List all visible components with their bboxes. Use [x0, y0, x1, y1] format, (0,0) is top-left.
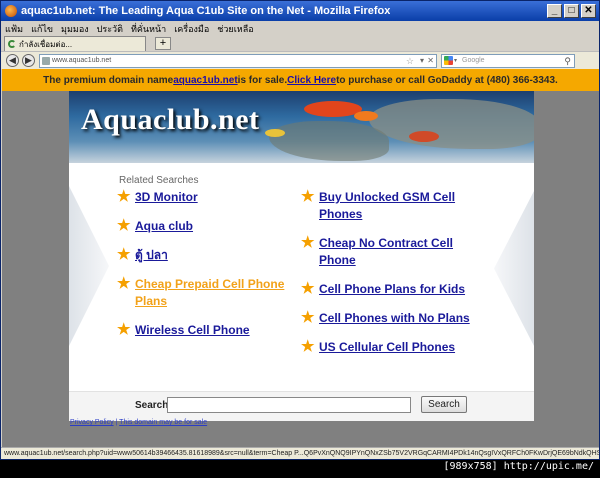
tab-label: กำลังเชื่อมต่อ...	[19, 39, 73, 49]
privacy-policy-link[interactable]: Privacy Policy	[70, 419, 114, 426]
star-icon: ★	[301, 234, 315, 251]
star-icon: ★	[301, 309, 315, 326]
related-link-item: ★ Buy Unlocked GSM Cell Phones	[301, 189, 491, 223]
related-link-item: ★ Wireless Cell Phone	[117, 322, 287, 339]
menu-tools[interactable]: เครื่องมือ	[174, 22, 209, 36]
new-tab-button[interactable]: +	[155, 37, 171, 50]
star-icon: ★	[117, 188, 131, 205]
navigation-toolbar: ◀ ▶ www.aquac1ub.net ☆ ▾ ✕ ▾ Google ⚲	[1, 51, 599, 69]
related-link-item: ★ Cheap Prepaid Cell Phone Plans	[117, 276, 287, 310]
search-label: Search	[135, 400, 169, 411]
related-link[interactable]: 3D Monitor	[135, 190, 198, 204]
maximize-button[interactable]: □	[564, 4, 579, 18]
related-link-item: ★ Cheap No Contract Cell Phone	[301, 235, 491, 269]
related-link[interactable]: US Cellular Cell Phones	[319, 340, 455, 354]
footer-links: Privacy Policy | This domain may be for …	[70, 419, 207, 426]
related-link-item: ★ US Cellular Cell Phones	[301, 339, 491, 356]
related-link[interactable]: Cheap No Contract Cell Phone	[319, 236, 453, 267]
url-text: www.aquac1ub.net	[52, 57, 112, 64]
related-links-right: ★ Buy Unlocked GSM Cell Phones ★ Cheap N…	[301, 189, 491, 356]
star-icon: ★	[301, 280, 315, 297]
menu-view[interactable]: มุมมอง	[61, 22, 89, 36]
related-searches-heading: Related Searches	[119, 175, 199, 186]
search-row: Search Search	[69, 391, 534, 421]
related-link-item: ★ 3D Monitor	[117, 189, 287, 206]
promo-bar: The premium domain name aquac1ub.net is …	[2, 69, 599, 91]
promo-text-middle: is for sale.	[237, 74, 288, 86]
menu-bar: แฟ้ม แก้ไข มุมมอง ประวัติ ที่คั่นหน้า เค…	[1, 21, 599, 36]
menu-bookmarks[interactable]: ที่คั่นหน้า	[131, 22, 166, 36]
aquarium-banner: Aquaclub.net	[69, 91, 534, 163]
engine-dropdown-icon[interactable]: ▾	[454, 55, 457, 67]
menu-history[interactable]: ประวัติ	[97, 22, 123, 36]
close-button[interactable]: ✕	[581, 4, 596, 18]
star-icon: ★	[117, 217, 131, 234]
tab-bar: กำลังเชื่อมต่อ... +	[1, 36, 599, 51]
promo-text-prefix: The premium domain name	[43, 74, 174, 86]
related-link[interactable]: Wireless Cell Phone	[135, 323, 250, 337]
related-link[interactable]: Buy Unlocked GSM Cell Phones	[319, 190, 455, 221]
related-links-left: ★ 3D Monitor ★ Aqua club ★ ตู้ ปลา ★ Che…	[117, 189, 287, 339]
back-button[interactable]: ◀	[6, 54, 19, 67]
browser-search-box[interactable]: ▾ Google ⚲	[441, 54, 575, 68]
star-icon: ★	[117, 321, 131, 338]
related-link-item: ★ ตู้ ปลา	[117, 247, 287, 264]
parked-page: Aquaclub.net Related Searches ★ 3D Monit…	[69, 91, 534, 421]
related-link[interactable]: Cell Phones with No Plans	[319, 311, 470, 325]
promo-click-here-link[interactable]: Click Here	[287, 75, 336, 86]
search-placeholder: Google	[462, 57, 485, 64]
related-link-item: ★ Aqua club	[117, 218, 287, 235]
menu-file[interactable]: แฟ้ม	[5, 22, 23, 36]
right-decor-arrow	[494, 191, 534, 346]
title-bar: aquac1ub.net: The Leading Aqua C1ub Site…	[1, 1, 599, 21]
site-identity-icon[interactable]	[42, 57, 50, 65]
loading-spinner-icon	[8, 40, 16, 48]
star-icon: ★	[117, 275, 131, 292]
menu-edit[interactable]: แก้ไข	[31, 22, 53, 36]
fish-shape	[265, 129, 285, 137]
menu-help[interactable]: ช่วยเหลือ	[217, 22, 253, 36]
browser-window: aquac1ub.net: The Leading Aqua C1ub Site…	[0, 0, 600, 460]
site-logo[interactable]: Aquaclub.net	[81, 103, 260, 137]
related-link-visited[interactable]: Cheap Prepaid Cell Phone Plans	[135, 277, 284, 308]
domain-for-sale-link[interactable]: This domain may be for sale	[119, 419, 207, 426]
related-link-item: ★ Cell Phone Plans for Kids	[301, 281, 491, 298]
image-watermark: [989x758] http://upic.me/	[443, 461, 594, 472]
tab-current[interactable]: กำลังเชื่อมต่อ...	[4, 36, 146, 51]
window-title: aquac1ub.net: The Leading Aqua C1ub Site…	[21, 5, 391, 17]
status-bar: www.aquac1ub.net/search.php?uid=www50614…	[1, 447, 599, 459]
stop-icon[interactable]: ✕	[427, 55, 434, 67]
coral-rock-shape	[269, 121, 389, 161]
minimize-button[interactable]: _	[547, 4, 562, 18]
star-icon: ★	[301, 338, 315, 355]
forward-button[interactable]: ▶	[22, 54, 35, 67]
page-viewport: The premium domain name aquac1ub.net is …	[2, 69, 599, 447]
related-link[interactable]: ตู้ ปลา	[135, 248, 168, 262]
bookmark-star-icon[interactable]: ☆	[406, 55, 414, 67]
firefox-icon	[5, 5, 17, 17]
search-input[interactable]	[167, 397, 411, 413]
promo-domain-link[interactable]: aquac1ub.net	[173, 75, 237, 86]
fish-shape	[409, 131, 439, 142]
url-bar[interactable]: www.aquac1ub.net ☆ ▾ ✕	[39, 54, 437, 68]
star-icon: ★	[117, 246, 131, 263]
url-dropdown-icon[interactable]: ▾	[420, 55, 424, 67]
magnifier-icon[interactable]: ⚲	[564, 55, 571, 67]
related-link[interactable]: Aqua club	[135, 219, 193, 233]
coral-rock-shape	[369, 99, 534, 149]
google-icon[interactable]	[444, 56, 453, 65]
search-button[interactable]: Search	[421, 396, 467, 413]
fish-shape	[354, 111, 378, 121]
left-decor-arrow	[69, 186, 109, 346]
star-icon: ★	[301, 188, 315, 205]
related-link[interactable]: Cell Phone Plans for Kids	[319, 282, 465, 296]
related-link-item: ★ Cell Phones with No Plans	[301, 310, 491, 327]
promo-text-suffix: to purchase or call GoDaddy at (480) 366…	[336, 74, 558, 86]
